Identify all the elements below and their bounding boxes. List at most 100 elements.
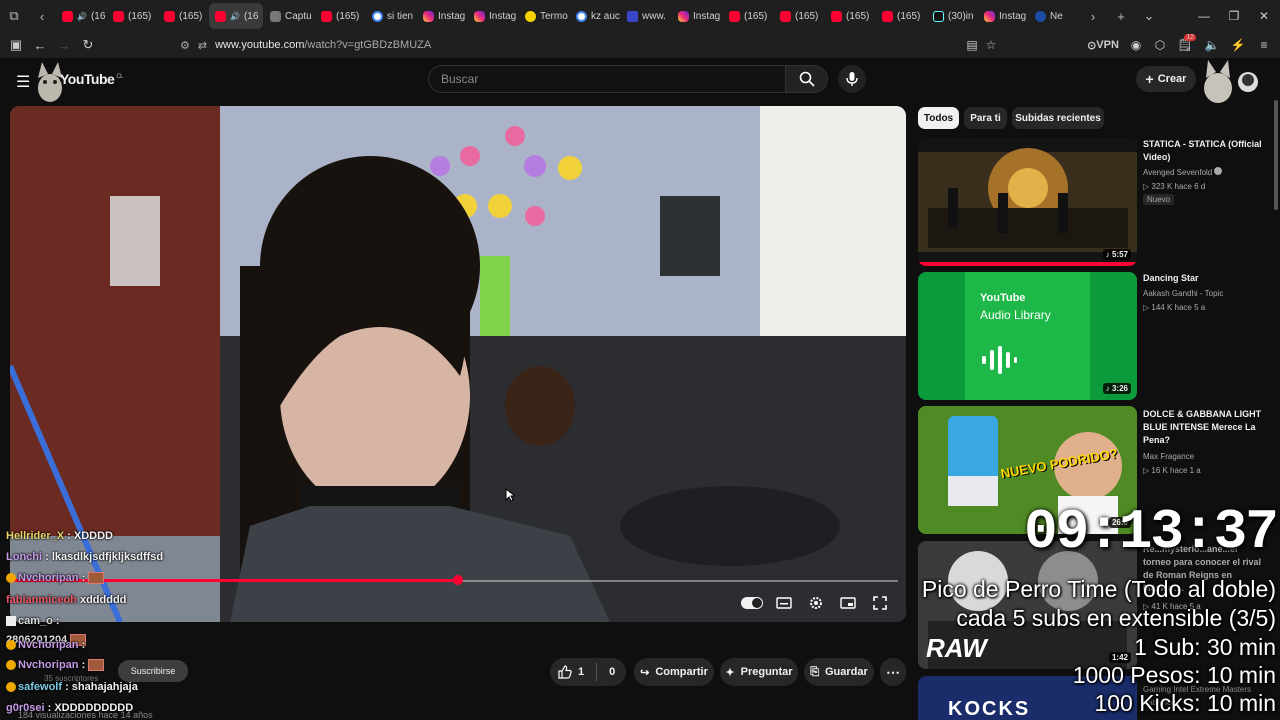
browser-tab[interactable]: (165) — [825, 3, 875, 29]
chat-line: Lonchi : lkasdlkjsdfjkljksdffsd — [6, 551, 163, 563]
scrollbar-thumb[interactable] — [1274, 100, 1278, 210]
rec-meta-text: 323 K hace 6 d — [1151, 182, 1206, 191]
miniplayer-icon[interactable] — [838, 594, 858, 612]
browser-tab[interactable]: (165) — [158, 3, 208, 29]
browser-tab[interactable]: Instag — [468, 3, 518, 29]
chip-para-ti[interactable]: Para ti — [964, 107, 1007, 129]
like-button[interactable]: 1 — [558, 665, 584, 679]
vpn-badge[interactable]: ⊙ VPN — [1084, 32, 1122, 58]
browser-tab[interactable]: (30)in — [927, 3, 977, 29]
fullscreen-icon[interactable] — [870, 594, 890, 612]
minimize-icon[interactable]: — — [1188, 0, 1220, 32]
chat-user: Hellrider_X — [6, 530, 65, 542]
rec-thumb-caption: RAW — [926, 633, 987, 663]
chat-user: Nvchoripan — [18, 639, 79, 651]
chat-badge-icon — [6, 682, 16, 693]
rec-title[interactable]: STATICA - STATICA (Official Video) — [1143, 138, 1268, 164]
bookmark-star-icon[interactable]: ☆ — [982, 32, 1000, 58]
save-button[interactable]: ⎘ Guardar — [804, 658, 874, 686]
browser-tab[interactable]: (165) — [876, 3, 926, 29]
new-tab-icon[interactable]: + — [1107, 0, 1135, 32]
settings-gear-icon[interactable] — [806, 594, 826, 612]
browser-tab[interactable]: www. — [621, 3, 671, 29]
chat-message: : — [55, 615, 60, 627]
browser-tab[interactable]: (165) — [723, 3, 773, 29]
cast-icon[interactable]: ▤ — [962, 32, 982, 58]
rec-duration: ♪ 3:26 — [1102, 383, 1131, 394]
sidebar-toggle-icon[interactable]: ▣ — [4, 32, 28, 58]
search-button[interactable] — [786, 65, 828, 93]
extensions-icon[interactable]: ⬡ — [1150, 32, 1170, 58]
rec-channel[interactable]: Avenged Sevenfold — [1143, 166, 1223, 179]
browser-tab[interactable]: si tien — [366, 3, 416, 29]
rec-title[interactable]: DOLCE & GABBANA LIGHT BLUE INTENSE Merec… — [1143, 408, 1268, 447]
browser-tab[interactable]: Instag — [672, 3, 722, 29]
subscribe-button[interactable]: Suscribirse — [118, 660, 188, 682]
site-settings-icon[interactable]: ⇄ — [198, 39, 207, 52]
volume-icon[interactable]: 🔈 — [1202, 32, 1222, 58]
url-domain: www.youtube.com — [215, 39, 305, 51]
browser-tab[interactable]: (165) — [315, 3, 365, 29]
progress-scrubber[interactable] — [453, 575, 463, 585]
hamburger-menu-icon[interactable]: ☰ — [16, 72, 30, 92]
create-button[interactable]: + Crear — [1136, 66, 1196, 92]
instagram-icon — [474, 10, 485, 22]
notifications-icon[interactable]: 🗒 12 — [1174, 32, 1196, 58]
browser-menu-icon[interactable]: ≡ — [1254, 32, 1274, 58]
close-window-icon[interactable]: ✕ — [1248, 0, 1280, 32]
chip-todos[interactable]: Todos — [918, 107, 959, 129]
browser-tab-label: (165) — [744, 10, 768, 22]
site-info-icon[interactable]: ⚙ — [180, 39, 190, 52]
tab-actions-icon[interactable]: ⧉ — [0, 0, 28, 32]
reload-icon[interactable]: ↻ — [76, 32, 100, 58]
youtube-masthead: ☰ YouTube CL Buscar + Crear — [0, 58, 1280, 103]
browser-tab[interactable]: Termo — [519, 3, 569, 29]
dislike-count: 0 — [609, 666, 616, 678]
youtube-logo[interactable]: YouTube CL — [60, 71, 123, 87]
voice-search-button[interactable] — [838, 65, 866, 93]
browser-tab-label: Instag — [489, 10, 517, 22]
forward-icon[interactable]: → — [52, 32, 76, 58]
dislike-button[interactable]: 0 — [609, 666, 615, 678]
audio-playing-icon[interactable]: 🔊 — [77, 12, 87, 21]
browser-tab[interactable]: 🔊(16✕ — [209, 3, 263, 29]
subtitles-icon[interactable] — [774, 594, 794, 612]
rec-title[interactable]: Dancing Star — [1143, 272, 1268, 285]
browser-tab[interactable]: Instag — [978, 3, 1028, 29]
rec-channel[interactable]: Aakash Gandhi - Topic — [1143, 287, 1223, 300]
maximize-icon[interactable]: ❐ — [1218, 0, 1250, 32]
profile-icon[interactable]: ◉ — [1126, 32, 1146, 58]
overlay-line: 1000 Pesos: 10 min — [1072, 662, 1276, 688]
audio-playing-icon[interactable]: 🔊 — [230, 12, 240, 21]
more-actions-button[interactable]: ⋯ — [880, 658, 906, 686]
rec-thumbnail[interactable]: ♪ 5:57 — [918, 138, 1137, 266]
tab-scroll-right-icon[interactable]: › — [1079, 0, 1107, 32]
rec-thumbnail[interactable]: YouTube Audio Library ♪ 3:26 — [918, 272, 1137, 400]
rec-channel-name: Avenged Sevenfold — [1143, 168, 1213, 177]
browser-tab-label: (165) — [897, 10, 921, 22]
progress-track[interactable] — [458, 580, 898, 582]
autoplay-toggle[interactable] — [741, 597, 763, 609]
browser-tab[interactable]: Captu — [264, 3, 314, 29]
tab-scroll-left-icon[interactable]: ‹ — [28, 0, 56, 32]
browser-tab[interactable]: Ne — [1029, 3, 1079, 29]
ask-button[interactable]: ✦ Preguntar — [720, 658, 798, 686]
url-field[interactable]: ⚙ ⇄ www.youtube.com/watch?v=gtGBDzBMUZA — [180, 39, 950, 52]
back-icon[interactable]: ← — [28, 32, 52, 58]
search-input[interactable]: Buscar — [428, 65, 786, 93]
chat-line: Nvchoripan : — [6, 572, 105, 585]
browser-tab[interactable]: (165) — [107, 3, 157, 29]
divider — [596, 663, 598, 681]
share-button[interactable]: ↪ Compartir — [634, 658, 714, 686]
browser-tab[interactable]: Instag — [417, 3, 467, 29]
chip-subidas-recientes[interactable]: Subidas recientes — [1012, 107, 1104, 129]
browser-tab[interactable]: (165) — [774, 3, 824, 29]
close-tab-icon[interactable]: ✕ — [262, 11, 263, 22]
extension-purple-icon[interactable]: ⚡ — [1228, 32, 1248, 58]
create-label: Crear — [1157, 73, 1187, 85]
browser-tab[interactable]: kz auc — [570, 3, 620, 29]
browser-tab[interactable]: 🔊(165) L — [56, 3, 106, 29]
rec-channel[interactable]: Max Fragance — [1143, 450, 1194, 463]
browser-tab-label: www. — [642, 10, 666, 22]
tab-list-icon[interactable]: ⌄ — [1135, 0, 1163, 32]
